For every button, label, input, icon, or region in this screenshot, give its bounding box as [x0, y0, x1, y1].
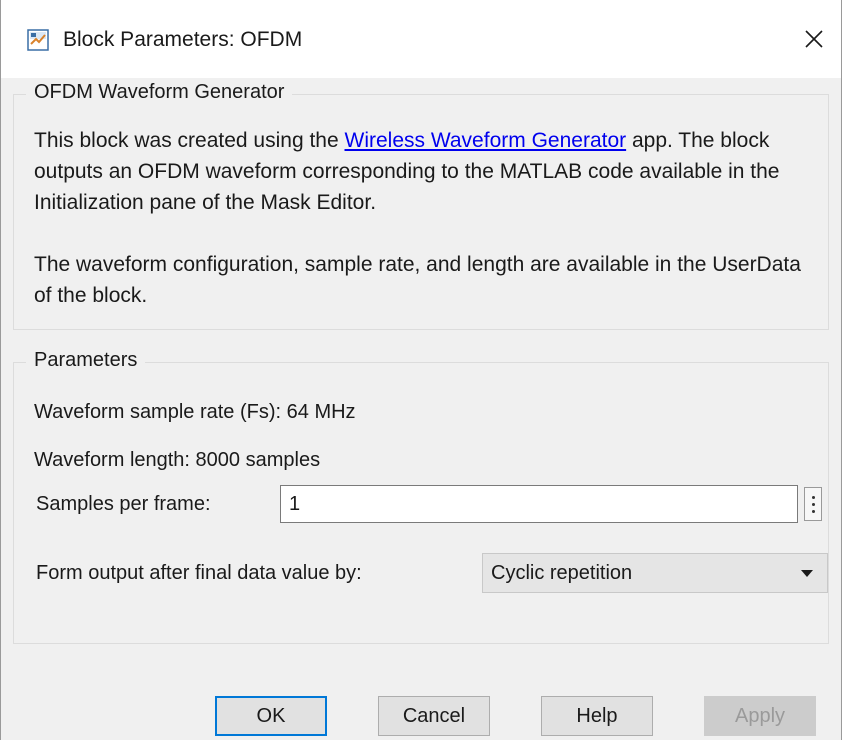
parameters-group-title: Parameters: [26, 349, 146, 372]
kebab-dot: [811, 502, 815, 506]
samples-per-frame-label: Samples per frame:: [36, 493, 211, 515]
description-text-before-link: This block was created using the: [34, 129, 345, 152]
description-paragraph-2: The waveform configuration, sample rate,…: [34, 253, 801, 307]
title-bar: Block Parameters: OFDM: [1, 0, 841, 78]
description-paragraph-1: This block was created using the Wireles…: [34, 125, 818, 218]
description-text: This block was created using the Wireles…: [34, 125, 818, 311]
block-parameters-dialog: Block Parameters: OFDM OFDM Waveform Gen…: [0, 0, 842, 740]
help-button[interactable]: Help: [541, 696, 653, 736]
wireless-waveform-generator-link[interactable]: Wireless Waveform Generator: [345, 129, 627, 152]
apply-button[interactable]: Apply: [704, 696, 816, 736]
form-output-selected-value: Cyclic repetition: [491, 562, 633, 584]
close-icon: [805, 30, 823, 48]
kebab-dot: [811, 509, 815, 513]
parameter-options-button[interactable]: [804, 487, 822, 521]
kebab-dot: [811, 495, 815, 499]
simulink-block-icon: [27, 29, 49, 51]
parameters-group: Parameters Waveform sample rate (Fs): 64…: [13, 349, 829, 644]
samples-per-frame-input[interactable]: [280, 485, 798, 523]
close-button[interactable]: [791, 16, 837, 62]
cancel-button[interactable]: Cancel: [378, 696, 490, 736]
form-output-label: Form output after final data value by:: [36, 562, 362, 584]
window-title: Block Parameters: OFDM: [63, 28, 303, 51]
description-group-title: OFDM Waveform Generator: [26, 81, 293, 104]
waveform-length-text: Waveform length: 8000 samples: [34, 449, 321, 471]
sample-rate-text: Waveform sample rate (Fs): 64 MHz: [34, 401, 356, 423]
chevron-down-icon: [801, 570, 813, 577]
description-group: OFDM Waveform Generator This block was c…: [13, 81, 829, 330]
form-output-dropdown[interactable]: Cyclic repetition: [482, 553, 828, 593]
ok-button[interactable]: OK: [215, 696, 327, 736]
